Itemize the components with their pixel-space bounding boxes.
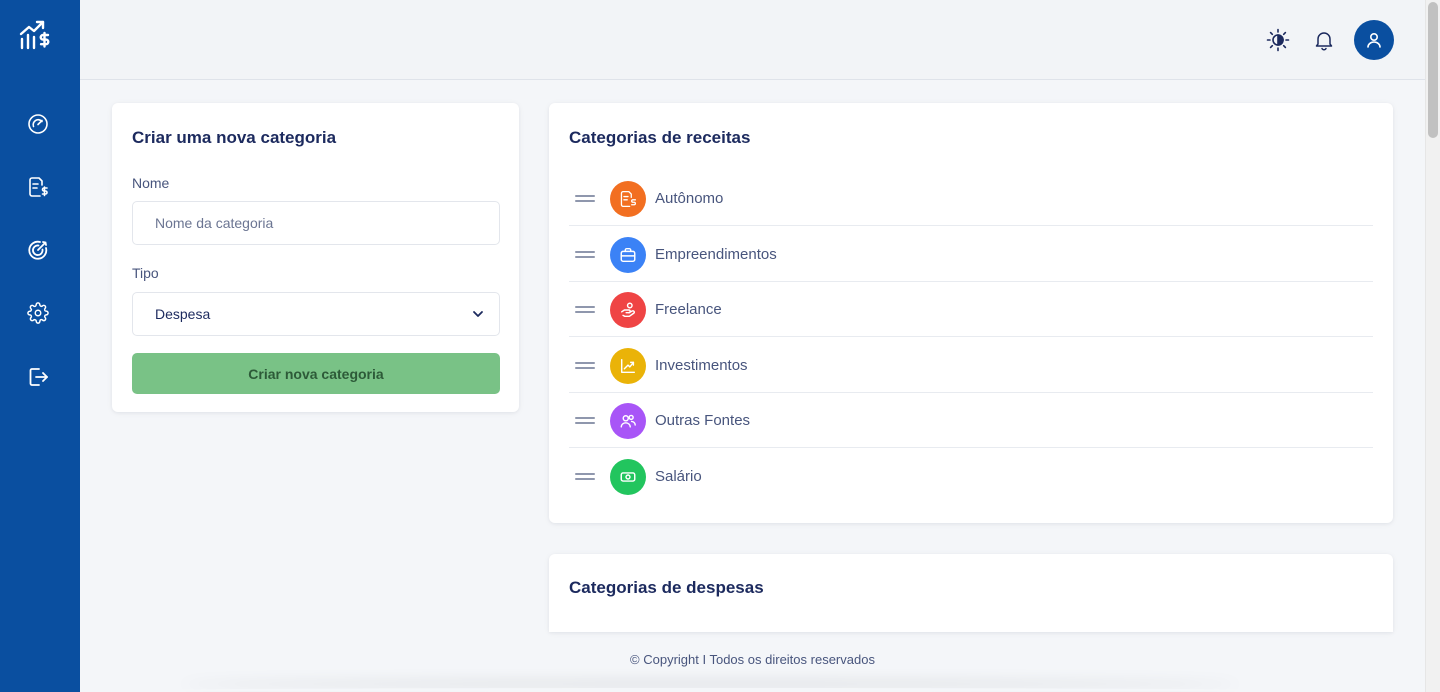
user-avatar[interactable] xyxy=(1354,20,1394,60)
drag-handle-icon[interactable] xyxy=(575,306,595,314)
scrollbar-thumb[interactable] xyxy=(1428,2,1438,138)
list-item-label: Freelance xyxy=(655,301,722,318)
list-item[interactable]: Investimentos xyxy=(569,338,1373,393)
invoice-dollar-icon xyxy=(29,177,48,197)
speedometer-icon xyxy=(28,114,48,134)
list-item-label: Empreendimentos xyxy=(655,246,777,263)
invoice-dollar-icon xyxy=(610,181,646,217)
income-categories-title: Categorias de receitas xyxy=(569,128,751,147)
copyright-text: © Copyright I Todos os direitos reservad… xyxy=(630,652,875,667)
list-item[interactable]: Salário xyxy=(569,449,1373,504)
list-item-label: Salário xyxy=(655,468,702,485)
logout-icon xyxy=(29,368,48,386)
list-item-label: Investimentos xyxy=(655,357,748,374)
list-item[interactable]: Autônomo xyxy=(569,171,1373,226)
name-label: Nome xyxy=(132,175,170,191)
sidebar-item-settings[interactable] xyxy=(24,299,52,327)
sidebar-item-goals[interactable] xyxy=(24,236,52,264)
drag-handle-icon[interactable] xyxy=(575,362,595,370)
footer: © Copyright I Todos os direitos reservad… xyxy=(80,652,1425,667)
sidebar-item-logout[interactable] xyxy=(24,363,52,391)
user-icon xyxy=(1367,32,1381,48)
vertical-scrollbar[interactable] xyxy=(1425,0,1440,692)
briefcase-icon xyxy=(610,237,646,273)
expense-categories-card: Categorias de despesas xyxy=(549,554,1393,632)
category-name-input[interactable] xyxy=(132,201,500,245)
income-categories-card: Categorias de receitas Autônomo Empreend… xyxy=(549,103,1393,523)
list-item-label: Autônomo xyxy=(655,190,724,207)
list-item[interactable]: Outras Fontes xyxy=(569,393,1373,448)
create-category-card: Criar uma nova categoria Nome Tipo Despe… xyxy=(112,103,519,412)
notifications-button[interactable] xyxy=(1311,27,1337,53)
type-label: Tipo xyxy=(132,265,159,281)
chevron-down-icon xyxy=(473,311,483,317)
theme-toggle-button[interactable] xyxy=(1265,27,1291,53)
trend-up-icon xyxy=(610,348,646,384)
drag-handle-icon[interactable] xyxy=(575,417,595,425)
users-icon xyxy=(610,403,646,439)
gear-icon xyxy=(27,302,49,324)
drag-handle-icon[interactable] xyxy=(575,251,595,259)
hand-coin-icon xyxy=(610,292,646,328)
cash-icon xyxy=(610,459,646,495)
list-item[interactable]: Freelance xyxy=(569,282,1373,337)
drag-handle-icon[interactable] xyxy=(575,195,595,203)
drag-handle-icon[interactable] xyxy=(575,473,595,481)
finance-logo-icon[interactable] xyxy=(18,18,52,52)
create-category-button[interactable]: Criar nova categoria xyxy=(132,353,500,394)
target-icon xyxy=(28,240,48,260)
list-item[interactable]: Empreendimentos xyxy=(569,227,1373,282)
sidebar xyxy=(0,0,80,692)
bell-icon xyxy=(1315,32,1333,51)
sidebar-item-dashboard[interactable] xyxy=(24,110,52,138)
category-type-select[interactable]: Despesa xyxy=(132,292,500,336)
type-select-value: Despesa xyxy=(155,306,211,322)
create-category-title: Criar uma nova categoria xyxy=(132,128,337,147)
top-header xyxy=(80,0,1425,80)
list-item-label: Outras Fontes xyxy=(655,412,751,429)
expense-categories-title: Categorias de despesas xyxy=(569,578,764,597)
sidebar-item-transactions[interactable] xyxy=(24,173,52,201)
footer-shadow xyxy=(180,688,1240,692)
sun-icon xyxy=(1266,28,1290,52)
